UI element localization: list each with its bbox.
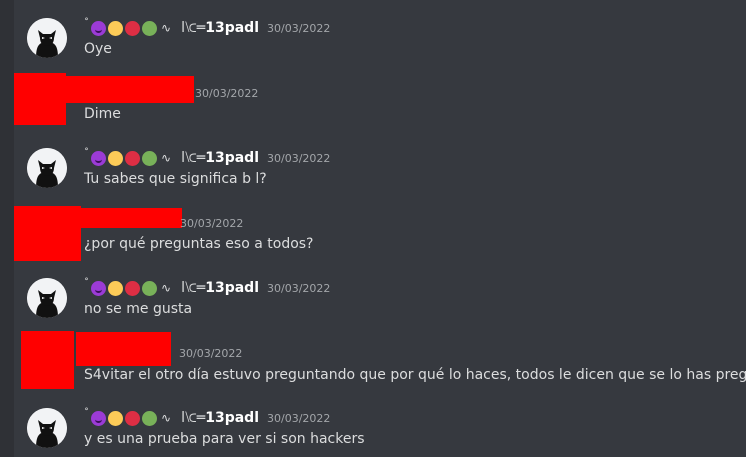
message-text: Dime — [84, 106, 121, 122]
status-emojis: ∿ — [91, 280, 172, 296]
squiggle-icon: ∿ — [161, 411, 172, 425]
redaction-box — [81, 208, 182, 228]
batman-avatar-icon[interactable] — [27, 278, 67, 318]
username[interactable]: l⟈═13padl — [181, 410, 259, 426]
status-emojis: ∿ — [91, 150, 172, 166]
green-circle-icon — [142, 280, 157, 296]
message-text: ¿por qué preguntas eso a todos? — [84, 236, 314, 252]
red-circle-icon — [125, 150, 140, 166]
yellow-circle-icon — [108, 280, 123, 296]
yellow-circle-icon — [108, 150, 123, 166]
yellow-circle-icon — [108, 410, 123, 426]
message-text: y es una prueba para ver si son hackers — [84, 431, 365, 447]
server-sidebar-edge — [0, 0, 14, 457]
timestamp[interactable]: 30/03/2022 — [179, 347, 242, 360]
squiggle-icon: ∿ — [161, 281, 172, 295]
smiling-imp-icon — [91, 20, 106, 36]
redaction-box — [76, 332, 171, 366]
green-circle-icon — [142, 20, 157, 36]
message-header: ˚ ∿ l⟈═13padl 30/03/2022 — [84, 148, 331, 167]
status-emojis: ∿ — [91, 410, 172, 426]
batman-avatar-icon[interactable] — [27, 18, 67, 58]
username[interactable]: l⟈═13padl — [181, 150, 259, 166]
message-text: S4vitar el otro día estuvo preguntando q… — [84, 367, 746, 383]
green-circle-icon — [142, 150, 157, 166]
message-text: Tu sabes que significa b l? — [84, 171, 267, 187]
message-header: ˚ ∿ l⟈═13padl 30/03/2022 — [84, 408, 331, 427]
timestamp[interactable]: 30/03/2022 — [180, 217, 243, 230]
username[interactable]: l⟈═13padl — [181, 20, 259, 36]
smiling-imp-icon — [91, 150, 106, 166]
batman-avatar-icon[interactable] — [27, 408, 67, 448]
message-list[interactable]: ˚ ∿ l⟈═13padl 30/03/2022 Oye 30/03/2022 … — [14, 0, 746, 457]
redaction-box — [21, 331, 74, 389]
red-circle-icon — [125, 20, 140, 36]
message-header: ˚ ∿ l⟈═13padl 30/03/2022 — [84, 278, 331, 297]
timestamp[interactable]: 30/03/2022 — [267, 152, 330, 165]
redaction-box — [66, 76, 194, 103]
squiggle-icon: ∿ — [161, 21, 172, 35]
red-circle-icon — [125, 410, 140, 426]
smiling-imp-icon — [91, 280, 106, 296]
squiggle-icon: ∿ — [161, 151, 172, 165]
timestamp[interactable]: 30/03/2022 — [267, 282, 330, 295]
message-text: no se me gusta — [84, 301, 193, 317]
green-circle-icon — [142, 410, 157, 426]
redaction-box — [14, 73, 66, 125]
yellow-circle-icon — [108, 20, 123, 36]
message-text: Oye — [84, 41, 112, 57]
timestamp[interactable]: 30/03/2022 — [195, 87, 258, 100]
timestamp[interactable]: 30/03/2022 — [267, 22, 330, 35]
smiling-imp-icon — [91, 410, 106, 426]
username[interactable]: l⟈═13padl — [181, 280, 259, 296]
redaction-box — [14, 206, 81, 261]
message-header: ˚ ∿ l⟈═13padl 30/03/2022 — [84, 18, 331, 37]
batman-avatar-icon[interactable] — [27, 148, 67, 188]
status-emojis: ∿ — [91, 20, 172, 36]
timestamp[interactable]: 30/03/2022 — [267, 412, 330, 425]
red-circle-icon — [125, 280, 140, 296]
